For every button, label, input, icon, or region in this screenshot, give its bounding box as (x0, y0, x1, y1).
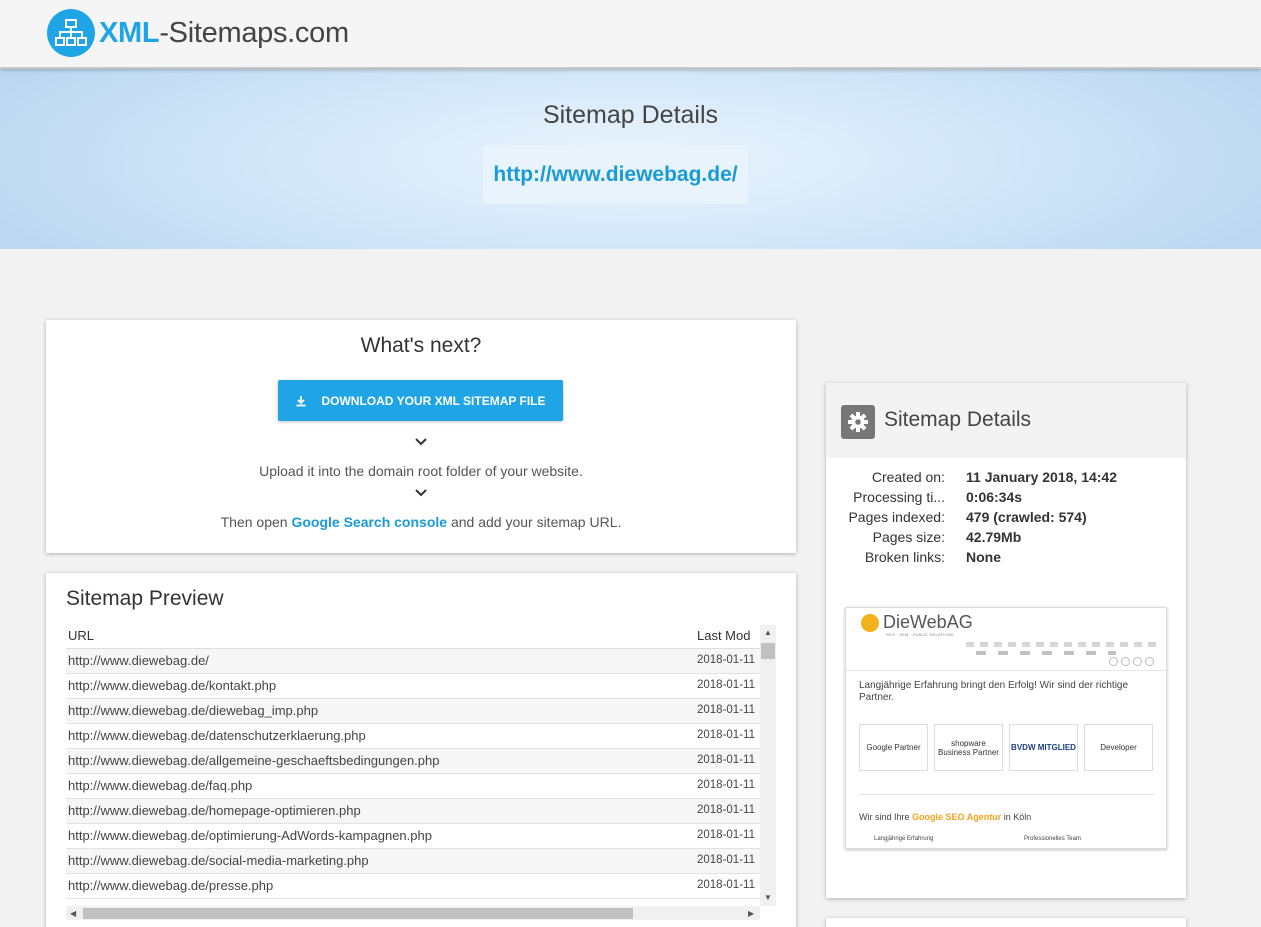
whats-next-card: What's next? DOWNLOAD YOUR XML SITEMAP F… (46, 320, 796, 553)
badge-shopware: shopware Business Partner (934, 724, 1003, 771)
row-lastmod: 2018-01-11 (697, 779, 755, 791)
table-header: URL Last Mod (66, 625, 760, 649)
detail-row: Processing ti... 0:06:34s (826, 489, 1186, 509)
table-row[interactable]: http://www.diewebag.de/kontakt.php 2018-0… (66, 674, 760, 699)
detail-row: Pages size: 42.79Mb (826, 529, 1186, 549)
sitemap-details-card: Sitemap Details Created on: 11 January 20… (826, 383, 1186, 898)
website-thumbnail: DieWebAG SEO · SEM · PUBLIC RELATIONS La… (845, 607, 1167, 849)
table-row[interactable]: http://www.diewebag.de/2018-01-11 (66, 649, 760, 674)
table-row[interactable]: http://www.diewebag.de/presse.php 2018-01… (66, 874, 760, 899)
sitemap-preview-title: Sitemap Preview (66, 587, 224, 610)
row-url: http://www.diewebag.de/optimierung-AdWor… (68, 828, 432, 843)
sitemap-preview-card: Sitemap Preview URL Last Mod http://www.… (46, 573, 796, 927)
row-lastmod: 2018-01-11 (697, 704, 755, 716)
thumbnail-feature-2: Professionelles Team (1024, 836, 1081, 842)
row-lastmod: 2018-01-11 (697, 754, 755, 766)
detail-value: 479 (crawled: 574) (966, 509, 1087, 525)
column-header-lastmod: Last Mod (697, 628, 751, 643)
row-url: http://www.diewebag.de/ (68, 653, 209, 668)
thumbnail-tagline: Langjährige Erfahrung bringt den Erfolg!… (859, 680, 1129, 703)
detail-value: None (966, 549, 1001, 565)
badge-google-partner: Google Partner (859, 724, 928, 771)
vertical-scrollbar[interactable]: ▲ ▼ (760, 625, 776, 906)
row-lastmod: 2018-01-11 (697, 879, 755, 891)
row-lastmod: 2018-01-11 (697, 854, 755, 866)
row-url: http://www.diewebag.de/faq.php (68, 778, 253, 793)
google-search-console-link[interactable]: Google Search console (291, 514, 447, 530)
thumbnail-logo: DieWebAG (861, 612, 973, 633)
row-url: http://www.diewebag.de/presse.php (68, 878, 274, 893)
table-row[interactable]: http://www.diewebag.de/faq.php 2018-01-11 (66, 774, 760, 799)
top-bar: XML-Sitemaps.com (0, 0, 1261, 68)
step-upload-text: Upload it into the domain root folder of… (259, 463, 583, 479)
logo-text: XML-Sitemaps.com (99, 16, 349, 49)
horizontal-scrollbar[interactable]: ◀ ▶ (66, 906, 760, 920)
row-url: http://www.diewebag.de/kontakt.php (68, 678, 277, 693)
detail-row: Created on: 11 January 2018, 14:42 (826, 469, 1186, 489)
chevron-down-icon (415, 438, 427, 446)
row-url: http://www.diewebag.de/homepage-optimier… (68, 803, 361, 818)
page-title: Sitemap Details (542, 101, 719, 129)
scroll-left-arrow-icon[interactable]: ◀ (70, 909, 76, 918)
detail-value: 11 January 2018, 14:42 (966, 469, 1118, 485)
thumbnail-top-nav (966, 642, 1156, 647)
detail-value: 0:06:34s (966, 489, 1023, 505)
sitemap-icon (47, 9, 95, 57)
chevron-down-icon (415, 489, 427, 497)
detail-row: Pages indexed: 479 (crawled: 574) (826, 509, 1186, 529)
details-header: Sitemap Details (826, 383, 1186, 458)
thumbnail-seo-text: Wir sind Ihre Google SEO Agentur in Köln (859, 812, 1032, 822)
gear-icon (841, 405, 875, 439)
badge-apple-developer: Developer (1084, 724, 1153, 771)
thumbnail-social-icons (1109, 657, 1154, 666)
detail-row: Broken links: None (826, 549, 1186, 569)
badge-bvdw: BVDW MITGLIED (1009, 724, 1078, 771)
table-row[interactable]: http://www.diewebag.de/optimierung-AdWor… (66, 824, 760, 849)
download-icon (296, 395, 306, 406)
thumbnail-badges: Google Partner shopware Business Partner… (859, 724, 1153, 771)
row-url: http://www.diewebag.de/diewebag_imp.php (68, 703, 319, 718)
column-header-url: URL (68, 628, 95, 643)
detail-label: Processing ti... (853, 489, 945, 505)
table-row[interactable]: http://www.diewebag.de/homepage-optimier… (66, 799, 760, 824)
table-row[interactable]: http://www.diewebag.de/diewebag_imp.php 2… (66, 699, 760, 724)
row-url: http://www.diewebag.de/datenschutzerklae… (68, 728, 366, 743)
detail-label: Broken links: (864, 549, 945, 565)
scroll-right-arrow-icon[interactable]: ▶ (748, 909, 754, 918)
scroll-down-arrow-icon[interactable]: ▼ (764, 894, 772, 902)
row-url: http://www.diewebag.de/allgemeine-gescha… (68, 753, 440, 768)
thumbnail-main-nav (976, 651, 1116, 655)
table-row[interactable]: http://www.diewebag.de/social-media-mark… (66, 849, 760, 874)
detail-label: Created on: (871, 469, 945, 485)
scroll-up-arrow-icon[interactable]: ▲ (764, 629, 772, 637)
step-search-console-text: Then open Google Search console and add … (220, 514, 622, 530)
row-url: http://www.diewebag.de/social-media-mark… (68, 853, 369, 868)
row-lastmod: 2018-01-11 (697, 729, 755, 741)
next-sidebar-card (826, 918, 1186, 927)
detail-value: 42.79Mb (966, 529, 1022, 545)
scrollbar-thumb[interactable] (761, 643, 775, 659)
table-row[interactable]: http://www.diewebag.de/datenschutzerklae… (66, 724, 760, 749)
table-row[interactable]: http://www.diewebag.de/allgemeine-gescha… (66, 749, 760, 774)
hero-banner: Sitemap Details http://www.diewebag.de/ (0, 69, 1261, 249)
download-label: DOWNLOAD YOUR XML SITEMAP FILE (321, 393, 546, 408)
details-list: Created on: 11 January 2018, 14:42 Process… (826, 469, 1186, 569)
detail-label: Pages indexed: (848, 509, 945, 525)
details-title: Sitemap Details (884, 408, 1032, 431)
row-lastmod: 2018-01-11 (697, 804, 755, 816)
brand-logo-icon (861, 613, 879, 632)
scrollbar-thumb[interactable] (83, 908, 633, 919)
whats-next-title: What's next? (360, 334, 482, 357)
site-logo[interactable]: XML-Sitemaps.com (47, 9, 349, 57)
sitemap-preview-table[interactable]: URL Last Mod http://www.diewebag.de/2018… (66, 625, 776, 927)
detail-label: Pages size: (872, 529, 945, 545)
download-sitemap-button[interactable]: DOWNLOAD YOUR XML SITEMAP FILE (278, 380, 563, 421)
row-lastmod: 2018-01-11 (697, 829, 755, 841)
row-lastmod: 2018-01-11 (697, 654, 755, 666)
sitemap-url-link[interactable]: http://www.diewebag.de/ (483, 145, 748, 204)
row-lastmod: 2018-01-11 (697, 679, 755, 691)
thumbnail-feature-1: Langjährige Erfahrung (874, 836, 934, 842)
thumbnail-subtitle: SEO · SEM · PUBLIC RELATIONS (886, 632, 954, 637)
table-body: http://www.diewebag.de/2018-01-11 http://… (66, 649, 760, 899)
